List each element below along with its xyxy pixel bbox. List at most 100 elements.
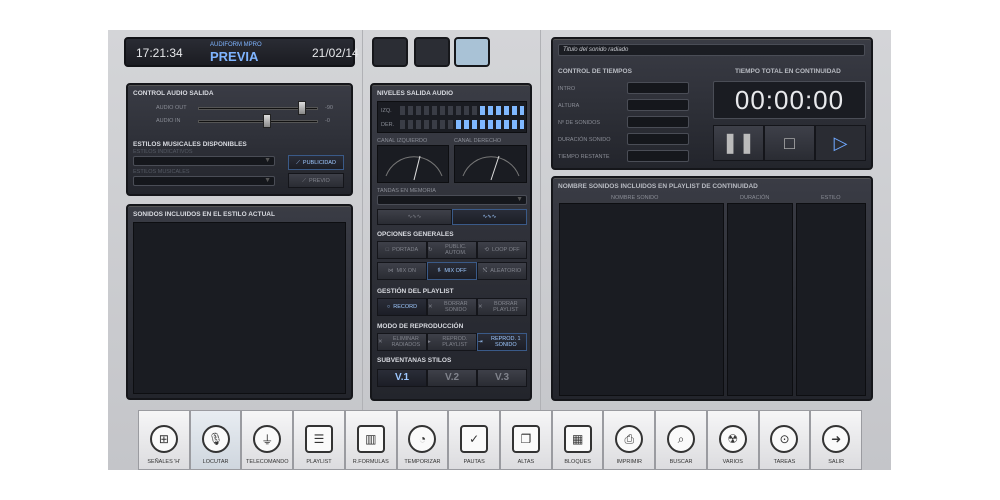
toolbar-tareas[interactable]: ⊙ TAREAS bbox=[758, 410, 811, 470]
playlist-panel: NOMBRE SONIDOS INCLUIDOS EN PLAYLIST DE … bbox=[551, 176, 873, 401]
total-time-value: 00:00:00 bbox=[734, 84, 845, 115]
signals-icon: ⊞ bbox=[149, 425, 178, 453]
v3-button[interactable]: V.3 bbox=[477, 369, 527, 387]
subwin-title: SUBVENTANAS STILOS bbox=[377, 357, 452, 364]
musicales-select[interactable]: ▼ bbox=[133, 176, 275, 186]
toolbar-pautas[interactable]: ✓ PAUTAS bbox=[448, 410, 501, 470]
eliminar-radiados-button[interactable]: ✕ ELIMINAR RADIADOS bbox=[377, 333, 427, 351]
reprod-1-sonido-button[interactable]: ⇥ REPROD. 1 SONIDO bbox=[477, 333, 527, 351]
refresh-icon: ↻ bbox=[428, 247, 433, 253]
stop-button[interactable]: □ bbox=[764, 125, 815, 161]
intro-field[interactable] bbox=[627, 82, 689, 94]
toolbar-varios[interactable]: ☢ VARIOS bbox=[706, 410, 759, 470]
duracion-label: DURACIÓN SONIDO bbox=[558, 137, 611, 143]
audio-out-label: AUDIO OUT bbox=[156, 105, 187, 111]
megaphone-icon: ⟋ bbox=[302, 177, 307, 184]
play-button[interactable]: ▷ bbox=[815, 125, 866, 161]
right-channel-label: DER. bbox=[381, 122, 395, 128]
toolbar-altas[interactable]: ❐ ALTAS bbox=[500, 410, 552, 470]
mix-icon: ⥮ bbox=[437, 268, 442, 274]
altura-label: ALTURA bbox=[558, 103, 580, 109]
pause-icon: ❚❚ bbox=[721, 132, 756, 154]
audio-in-handle[interactable] bbox=[263, 114, 271, 128]
tandas-select[interactable]: ▼ bbox=[377, 195, 527, 205]
gauge-icon: ◔ bbox=[408, 425, 437, 453]
borrar-sonido-button[interactable]: ✕ BORRAR SONIDO bbox=[427, 298, 477, 316]
waveform-button-1[interactable]: ∿∿∿ bbox=[377, 209, 452, 225]
audio-in-slider[interactable] bbox=[198, 120, 318, 123]
toolbar-buscar[interactable]: ⌕ BUSCAR bbox=[655, 410, 707, 470]
num-sonidos-field[interactable] bbox=[627, 116, 689, 128]
sound-title-placeholder: Titulo del sonido radiado bbox=[563, 47, 629, 53]
left-level-fill bbox=[480, 106, 524, 115]
mix-icon: ⋈ bbox=[387, 268, 394, 274]
header-bar: 17:21:34 AUDIFORM MPRO PREVIA 21/02/14 bbox=[124, 37, 359, 67]
sound-title-input[interactable]: Titulo del sonido radiado bbox=[558, 44, 865, 56]
top-button-1[interactable] bbox=[372, 37, 408, 67]
audio-control-title: CONTROL AUDIO SALIDA bbox=[133, 90, 214, 97]
waveform-icon: ∿∿∿ bbox=[407, 214, 422, 220]
toolbar-bloques[interactable]: ▦ BLOQUES bbox=[551, 410, 604, 470]
portada-button[interactable]: □ PORTADA bbox=[377, 241, 427, 259]
printer-icon: ⎙ bbox=[615, 425, 644, 453]
toolbar-telecomando[interactable]: ⏚ TELECOMANDO bbox=[241, 410, 294, 470]
public-autom-button[interactable]: ↻ PUBLIC. AUTOM. bbox=[427, 241, 477, 259]
v2-button[interactable]: V.2 bbox=[427, 369, 477, 387]
toolbar-temporizar[interactable]: ◔ TEMPORIZAR bbox=[396, 410, 449, 470]
style-sounds-title: SONIDOS INCLUIDOS EN EL ESTILO ACTUAL bbox=[133, 211, 275, 218]
playlist-name-column[interactable] bbox=[559, 203, 724, 396]
toolbar-salir[interactable]: ➜ SALIR bbox=[810, 410, 863, 470]
aleatorio-button[interactable]: ⤭ ALEATORIO bbox=[477, 262, 527, 280]
play-icon: ▸ bbox=[428, 339, 431, 345]
toolbar-senales[interactable]: ⊞ SEÑALES 'H' bbox=[138, 410, 190, 470]
altura-field[interactable] bbox=[627, 99, 689, 111]
reprod-playlist-button[interactable]: ▸ REPROD. PLAYLIST bbox=[427, 333, 477, 351]
style-sounds-list[interactable] bbox=[133, 222, 346, 394]
level-meters: IZQ. DER. bbox=[377, 101, 527, 133]
exit-icon: ➜ bbox=[822, 425, 851, 453]
right-vu-meter bbox=[454, 145, 527, 183]
canal-der-label: CANAL DERECHO bbox=[454, 138, 502, 144]
num-sonidos-label: Nº DE SONIDOS bbox=[558, 120, 601, 126]
audio-out-handle[interactable] bbox=[298, 101, 306, 115]
musicales-label: ESTILOS MUSICALES bbox=[133, 169, 190, 175]
loop-button[interactable]: ⟲ LOOP OFF bbox=[477, 241, 527, 259]
style-sounds-panel: SONIDOS INCLUIDOS EN EL ESTILO ACTUAL bbox=[126, 204, 353, 400]
intro-label: INTRO bbox=[558, 86, 576, 92]
playlist-style-column[interactable] bbox=[796, 203, 866, 396]
col-estilo: ESTILO bbox=[821, 195, 841, 201]
control-tiempos-title: CONTROL DE TIEMPOS bbox=[558, 68, 632, 75]
vu-meter-icon bbox=[462, 155, 520, 181]
v1-button[interactable]: V.1 bbox=[377, 369, 427, 387]
pause-button[interactable]: ❚❚ bbox=[713, 125, 764, 161]
toolbar-rformulas[interactable]: ▥ R.FORMULAS bbox=[344, 410, 397, 470]
restante-label: TIEMPO RESTANTE bbox=[558, 154, 610, 160]
check-icon: ✓ bbox=[460, 425, 489, 453]
restante-field[interactable] bbox=[627, 150, 689, 162]
mix-on-button[interactable]: ⋈ MIX ON bbox=[377, 262, 427, 280]
mix-off-button[interactable]: ⥮ MIX OFF bbox=[427, 262, 477, 280]
delete-icon: ✕ bbox=[478, 304, 483, 310]
publicidad-button[interactable]: ⟋ PUBLICIDAD bbox=[288, 155, 344, 170]
delete-icon: ✕ bbox=[428, 304, 433, 310]
borrar-playlist-button[interactable]: ✕ BORRAR PLAYLIST bbox=[477, 298, 527, 316]
total-time-display: 00:00:00 bbox=[713, 81, 866, 119]
indicativos-select[interactable]: ▼ bbox=[133, 156, 275, 166]
play-one-icon: ⇥ bbox=[478, 339, 483, 345]
playlist-duration-column[interactable] bbox=[727, 203, 793, 396]
options-title: OPCIONES GENERALES bbox=[377, 231, 454, 238]
top-button-2[interactable] bbox=[414, 37, 450, 67]
duracion-field[interactable] bbox=[627, 133, 689, 145]
top-button-3[interactable] bbox=[454, 37, 490, 67]
toolbar-playlist[interactable]: ☰ PLAYLIST bbox=[293, 410, 345, 470]
waveform-button-2[interactable]: ∿∿∿ bbox=[452, 209, 527, 225]
record-button[interactable]: ○ RECORD bbox=[377, 298, 427, 316]
previo-button[interactable]: ⟋ PREVIO bbox=[288, 173, 344, 188]
toolbar-imprimir[interactable]: ⎙ IMPRIMIR bbox=[603, 410, 656, 470]
divider bbox=[540, 30, 541, 410]
playlist-mgmt-title: GESTIÓN DEL PLAYLIST bbox=[377, 288, 454, 295]
timing-panel: Titulo del sonido radiado CONTROL DE TIE… bbox=[551, 37, 873, 170]
chevron-down-icon: ▼ bbox=[516, 196, 523, 203]
toolbar-locutar[interactable]: 🎙 LOCUTAR bbox=[189, 410, 242, 470]
tasks-icon: ⊙ bbox=[770, 425, 799, 453]
